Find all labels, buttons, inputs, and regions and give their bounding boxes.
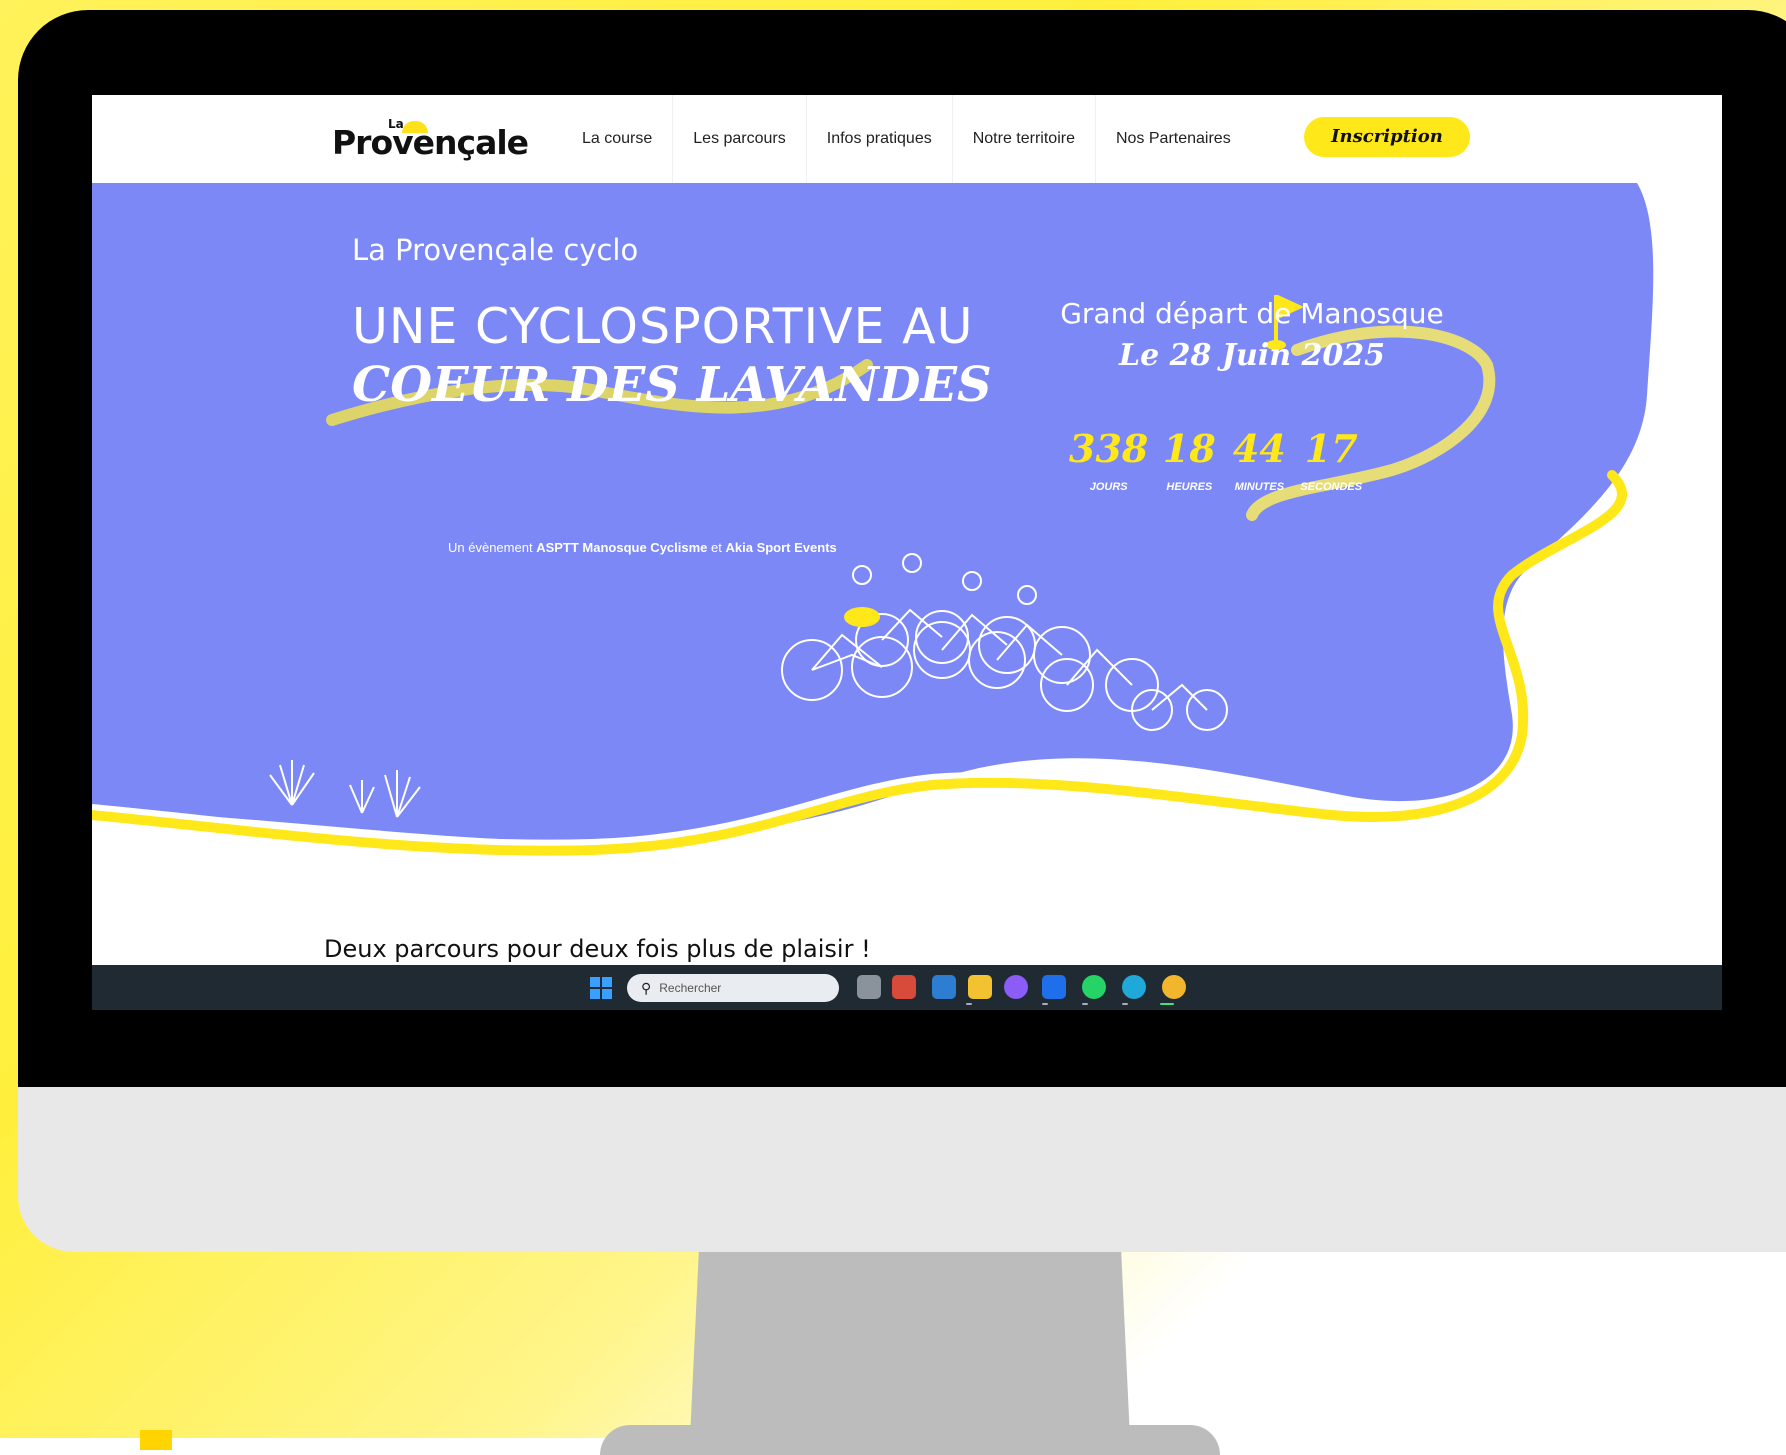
hero-title-line2: COEUR DES LAVANDES (352, 357, 992, 413)
countdown-value: 338 (1069, 426, 1149, 471)
hero-background (92, 183, 1654, 856)
site-header: La Provençale La course Les parcours Inf… (92, 95, 1722, 183)
canva-icon[interactable] (1122, 975, 1146, 999)
search-placeholder: Rechercher (659, 981, 722, 995)
hero-eyebrow: La Provençale cyclo (352, 233, 639, 267)
countdown-value: 18 (1162, 426, 1216, 471)
countdown-label: SECONDES (1300, 481, 1363, 493)
search-icon: ⚲ (641, 979, 652, 996)
taskbar-indicator-active (1160, 1003, 1174, 1005)
countdown-value: 17 (1304, 426, 1358, 471)
countdown-label: MINUTES (1234, 481, 1285, 493)
cyclist-yellow-jersey (844, 607, 880, 627)
windows-taskbar: ⚲ Rechercher (92, 965, 1722, 1010)
windows-start-icon[interactable] (590, 977, 612, 999)
nav-les-parcours[interactable]: Les parcours (673, 95, 807, 183)
messenger-icon[interactable] (1004, 975, 1028, 999)
nav-notre-territoire[interactable]: Notre territoire (953, 95, 1096, 183)
countdown-minutes: 44 MINUTES (1230, 425, 1288, 493)
file-explorer-icon[interactable] (968, 975, 992, 999)
inscription-button[interactable]: Inscription (1304, 117, 1470, 157)
taskbar-indicator (1122, 1003, 1128, 1005)
countdown-label: HEURES (1166, 481, 1213, 493)
logo-text: Provençale (332, 123, 529, 162)
section-heading: Deux parcours pour deux fois plus de pla… (324, 935, 871, 963)
countdown-value: 44 (1232, 426, 1286, 471)
taskbar-search-input[interactable]: ⚲ Rechercher (627, 974, 839, 1002)
monitor-chin (18, 1087, 1786, 1252)
countdown-days: 338 JOURS (1069, 425, 1148, 493)
taskbar-indicator (1082, 1003, 1088, 1005)
taskbar-indicator (966, 1003, 972, 1005)
countdown: 338 JOURS 18 HEURES 44 MINUTES 17 SECOND… (1069, 425, 1362, 493)
monitor-stand-foot (600, 1425, 1220, 1455)
site-logo[interactable]: La Provençale (332, 113, 529, 163)
chrome-icon[interactable] (1162, 975, 1186, 999)
depart-location: Grand départ de Manosque (1060, 297, 1444, 330)
nav-la-course[interactable]: La course (562, 95, 674, 183)
depart-date: Le 28 Juin 2025 (1119, 338, 1385, 373)
countdown-seconds: 17 SECONDES (1300, 425, 1362, 493)
nav-infos-pratiques[interactable]: Infos pratiques (807, 95, 953, 183)
monitor-screen: La Provençale La course Les parcours Inf… (92, 95, 1722, 1010)
outlook-icon[interactable] (932, 975, 956, 999)
monitor-stand (690, 1252, 1130, 1438)
trello-icon[interactable] (1042, 975, 1066, 999)
hero-credit: Un évènement ASPTT Manosque Cyclisme et … (448, 540, 837, 555)
credit-and: et (711, 540, 722, 555)
countdown-hours: 18 HEURES (1160, 425, 1218, 493)
taskbar-indicator (1042, 1003, 1048, 1005)
credit-org2[interactable]: Akia Sport Events (726, 540, 837, 555)
hero-title-line1: UNE CYCLOSPORTIVE AU (352, 298, 974, 355)
nav-nos-partenaires[interactable]: Nos Partenaires (1096, 95, 1251, 183)
credit-prefix: Un évènement (448, 540, 533, 555)
main-nav: La course Les parcours Infos pratiques N… (562, 95, 1251, 183)
hero-blob (92, 183, 1654, 842)
credit-org1[interactable]: ASPTT Manosque Cyclisme (536, 540, 707, 555)
task-view-icon[interactable] (857, 975, 881, 999)
whatsapp-icon[interactable] (1082, 975, 1106, 999)
snipping-tool-icon[interactable] (892, 975, 916, 999)
countdown-label: JOURS (1089, 481, 1128, 493)
decorative-square (140, 1430, 172, 1450)
